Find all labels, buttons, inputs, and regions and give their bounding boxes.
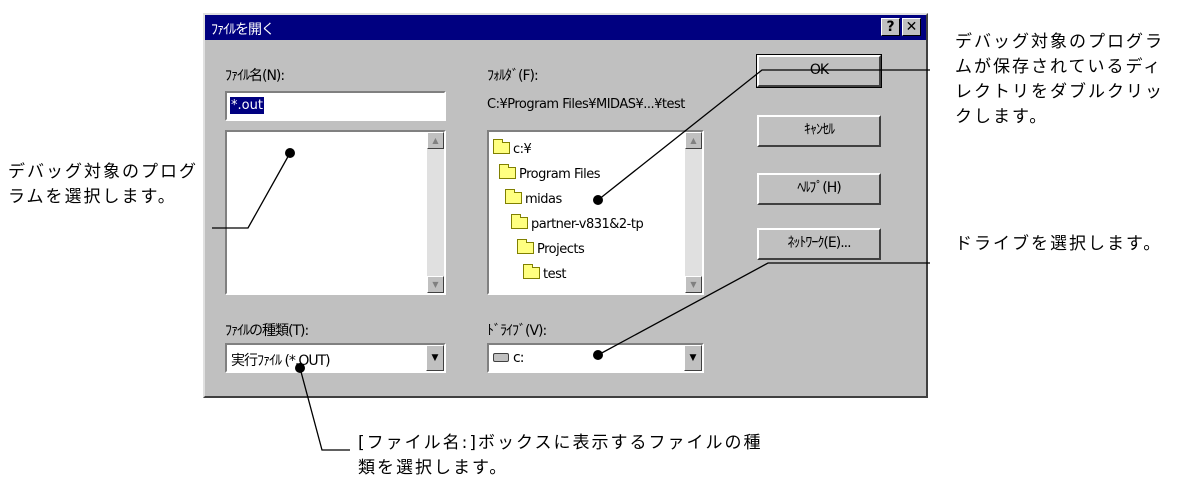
folder-item-label: c:¥ (513, 142, 532, 157)
filename-value: *.out (230, 97, 264, 114)
filetype-value: 実行ﾌｧｲﾙ (*.OUT) (231, 353, 331, 369)
scroll-down-icon[interactable]: ▼ (427, 276, 444, 293)
folder-item-label: Program Files (519, 167, 601, 182)
drive-icon (493, 353, 509, 362)
folder-item[interactable]: Program Files (499, 164, 601, 182)
scroll-up-icon[interactable]: ▲ (427, 132, 444, 149)
title-bar[interactable]: ﾌｧｲﾙを開く ? ✕ (205, 15, 926, 40)
filename-input[interactable]: *.out (225, 91, 446, 121)
open-folder-icon (493, 139, 510, 154)
file-list[interactable]: ▲ ▼ (225, 130, 446, 295)
filename-label: ﾌｧｲﾙ名(N): (225, 68, 285, 84)
close-icon[interactable]: ✕ (902, 18, 921, 36)
open-folder-icon (505, 189, 522, 204)
help-icon[interactable]: ? (881, 18, 900, 36)
folder-list-scrollbar[interactable]: ▲ ▼ (685, 132, 702, 293)
filetype-select[interactable]: 実行ﾌｧｲﾙ (*.OUT) ▼ (225, 343, 446, 373)
open-folder-icon (511, 214, 528, 229)
folder-item[interactable]: midas (505, 189, 562, 207)
open-folder-icon (517, 239, 534, 254)
network-button[interactable]: ﾈｯﾄﾜｰｸ(E)... (757, 228, 881, 260)
folder-item-label: test (543, 267, 566, 282)
callout-select-drive: ドライブを選択します。 (955, 234, 1163, 254)
drive-value: c: (513, 350, 524, 366)
scroll-down-icon[interactable]: ▼ (685, 276, 702, 293)
open-file-dialog: ﾌｧｲﾙを開く ? ✕ ﾌｧｲﾙ名(N): *.out ▲ ▼ ﾌｫﾙﾀﾞ(F)… (203, 13, 928, 398)
cancel-button[interactable]: ｷｬﾝｾﾙ (757, 115, 881, 147)
callout-select-directory: デバッグ対象のプログラムが保存されているディレクトリをダブルクリックします。 (955, 32, 1164, 127)
folder-item-label: midas (525, 192, 562, 207)
folder-list[interactable]: c:¥ Program Files midas partner-v831&2-t… (487, 130, 704, 295)
folder-item[interactable]: c:¥ (493, 139, 532, 157)
help-button[interactable]: ﾍﾙﾌﾟ(H) (757, 173, 881, 205)
callout-select-program: デバッグ対象のプログラムを選択します。 (8, 162, 198, 207)
filetype-label: ﾌｧｲﾙの種類(T): (225, 323, 309, 339)
folder-item[interactable]: test (523, 264, 566, 282)
dialog-title: ﾌｧｲﾙを開く (211, 22, 275, 38)
folder-path: C:¥Program Files¥MIDAS¥...¥test (487, 97, 685, 112)
open-folder-icon (499, 164, 516, 179)
drive-select[interactable]: c: ▼ (487, 343, 704, 373)
open-folder-icon (523, 264, 540, 279)
folder-item[interactable]: partner-v831&2-tp (511, 214, 644, 232)
chevron-down-icon[interactable]: ▼ (426, 345, 444, 371)
folder-item-label: Projects (537, 242, 585, 257)
scroll-up-icon[interactable]: ▲ (685, 132, 702, 149)
file-list-scrollbar[interactable]: ▲ ▼ (427, 132, 444, 293)
drive-value-wrap: c: (493, 350, 524, 366)
folder-item[interactable]: Projects (517, 239, 585, 257)
ok-button[interactable]: OK (756, 54, 882, 88)
folder-item-label: partner-v831&2-tp (531, 217, 644, 232)
chevron-down-icon[interactable]: ▼ (684, 345, 702, 371)
folder-label: ﾌｫﾙﾀﾞ(F): (487, 68, 539, 84)
drive-label: ﾄﾞﾗｲﾌﾞ(V): (487, 323, 547, 339)
